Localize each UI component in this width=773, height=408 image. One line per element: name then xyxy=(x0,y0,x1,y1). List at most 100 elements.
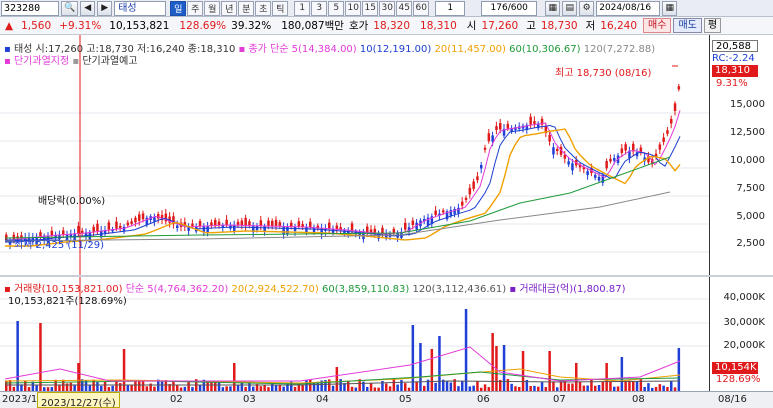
candle-body xyxy=(392,228,396,233)
chart-settings-button[interactable]: ▦ xyxy=(545,0,561,16)
change-arrow: ▲ xyxy=(5,19,14,32)
interval-buttons: 1 3 5 10 15 30 45 60 xyxy=(294,0,430,16)
candle-body xyxy=(153,217,156,222)
candle-body xyxy=(620,148,624,153)
caret-left-icon: ◀ xyxy=(84,3,92,13)
period-button[interactable]: 주 xyxy=(187,0,204,16)
candle-body xyxy=(404,222,407,230)
period-button[interactable]: 월 xyxy=(204,0,221,16)
candle-body xyxy=(305,227,308,233)
candle-body xyxy=(134,217,137,223)
volume-value: 10,153,821 xyxy=(109,19,170,32)
volume-bar xyxy=(187,382,190,391)
volume-bar xyxy=(483,384,487,391)
period-button[interactable]: 분 xyxy=(238,0,255,16)
volume-ratio: 128.69% xyxy=(179,19,227,32)
price-tick: 2,500 xyxy=(736,238,765,249)
period-button[interactable]: 일 xyxy=(170,0,187,16)
interval-button[interactable]: 10 xyxy=(345,0,362,16)
gear-button[interactable]: ⚙ xyxy=(579,0,595,16)
ma10-line xyxy=(5,124,681,243)
volume-bar xyxy=(141,381,145,391)
volume-bar xyxy=(605,363,608,391)
volume-bar xyxy=(134,380,137,391)
legend-box-icon: ▪ xyxy=(4,56,11,67)
volume-bar xyxy=(233,363,236,391)
price-tick: 15,000 xyxy=(730,99,765,110)
legend-ma120: 120(7,272.88) xyxy=(583,44,656,55)
volume-bar xyxy=(635,381,639,391)
date-label: 04 xyxy=(316,394,329,405)
candle-body xyxy=(563,154,567,159)
volume-bar xyxy=(502,345,506,391)
volume-bar xyxy=(658,384,662,391)
eval-button[interactable]: 평 xyxy=(703,18,722,33)
candle-body xyxy=(442,210,445,213)
candle-body xyxy=(198,220,202,227)
legend-ma60: 60(10,306.67) xyxy=(509,44,581,55)
search-icon: 🔍 xyxy=(64,3,76,13)
period-button[interactable]: 틱 xyxy=(272,0,289,16)
volume-bar xyxy=(419,343,422,391)
volume-bar xyxy=(491,333,494,391)
prev-stock-button[interactable]: ◀ xyxy=(80,0,96,16)
volume-bar xyxy=(172,380,175,391)
volume-bar xyxy=(138,380,141,391)
date-axis: 2023/11 2023/12/27(수) 02 03 04 05 06 07 … xyxy=(0,391,773,408)
candle-body xyxy=(613,158,616,161)
trade-amount: 180,087백만 xyxy=(281,20,344,32)
price-chart-panel[interactable]: ▪ 태성 시:17,260 고:18,730 저:16,240 종:18,310… xyxy=(0,35,709,275)
interval-button[interactable]: 15 xyxy=(362,0,379,16)
interval-button[interactable]: 60 xyxy=(413,0,430,16)
volume-tick: 30,000K xyxy=(723,317,765,328)
candle-body xyxy=(210,222,213,226)
period-button[interactable]: 년 xyxy=(221,0,238,16)
buy-button[interactable]: 매수 xyxy=(643,18,672,33)
candle-body xyxy=(92,226,95,232)
volume-bar xyxy=(305,380,308,391)
volume-bar xyxy=(445,380,449,391)
candle-body xyxy=(491,135,494,142)
interval-select[interactable]: 1 xyxy=(435,0,466,16)
interval-button[interactable]: 1 xyxy=(294,0,311,16)
candle-body xyxy=(328,222,331,230)
bar-count-field[interactable]: 176/600 xyxy=(481,0,538,16)
interval-button[interactable]: 5 xyxy=(328,0,345,16)
period-button[interactable]: 초 xyxy=(255,0,272,16)
volume-bar xyxy=(411,325,415,391)
stock-name-field[interactable]: 태성 xyxy=(114,0,167,16)
legend-vol-ma20: 20(2,924,522.70) xyxy=(231,284,319,295)
interval-button[interactable]: 45 xyxy=(396,0,413,16)
date-label: 06 xyxy=(477,394,490,405)
volume-tick: 40,000K xyxy=(723,292,765,303)
legend-vol-ma120: 120(3,112,436.61) xyxy=(412,284,507,295)
print-button[interactable]: ▤ xyxy=(562,0,578,16)
price-tick: 5,000 xyxy=(736,211,765,222)
volume-chart-panel[interactable]: ▪ 거래량(10,153,821.00) 단순 5(4,764,362.20) … xyxy=(0,277,709,391)
interval-button[interactable]: 30 xyxy=(379,0,396,16)
candle-body xyxy=(480,165,483,169)
ma20-line xyxy=(5,128,681,247)
candle-body xyxy=(214,219,217,226)
volume-bar xyxy=(115,381,118,391)
volume-bar xyxy=(96,382,99,391)
candle-body xyxy=(529,116,532,125)
search-button[interactable]: 🔍 xyxy=(61,0,79,16)
date-field[interactable]: 2024/08/16 xyxy=(596,0,661,16)
volume-bar xyxy=(449,382,453,391)
vol-ma5-line xyxy=(4,346,681,382)
stock-code-input[interactable]: 323280 xyxy=(1,0,59,16)
next-stock-button[interactable]: ▶ xyxy=(97,0,113,16)
candle-body xyxy=(567,161,570,165)
calendar-button[interactable]: ▦ xyxy=(662,0,678,16)
candle-body xyxy=(107,222,111,230)
interval-button[interactable]: 3 xyxy=(311,0,328,16)
dividend-annotation: 배당락(0.00%) xyxy=(38,196,106,207)
price-tick: 7,500 xyxy=(736,183,765,194)
ask-price: 18,320 xyxy=(373,19,411,32)
candle-body xyxy=(233,225,236,232)
candle-body xyxy=(96,223,99,231)
candle-body xyxy=(240,220,244,226)
ma5-line xyxy=(5,110,681,241)
sell-button[interactable]: 매도 xyxy=(673,18,702,33)
